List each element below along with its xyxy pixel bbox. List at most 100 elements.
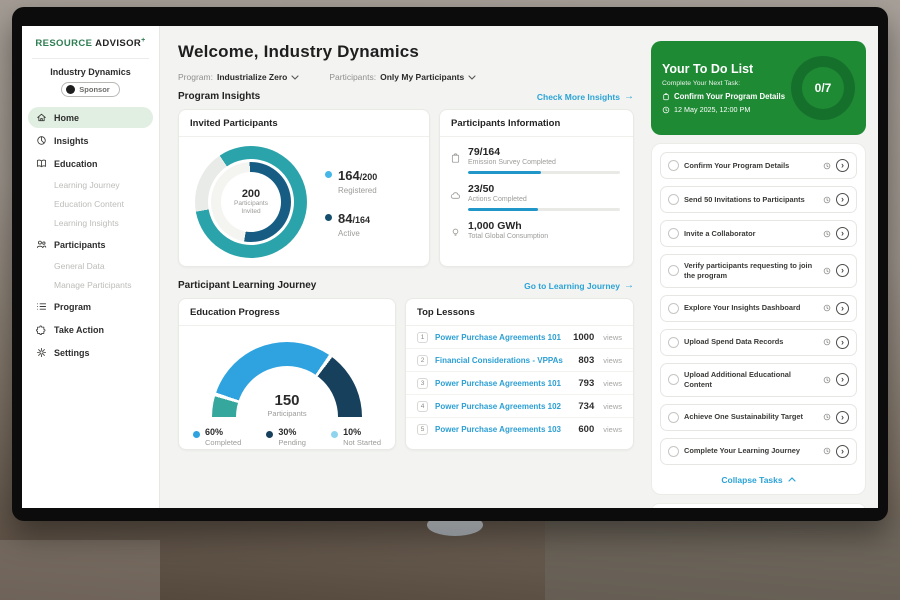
education-icon [36,158,47,169]
sidebar-item-manage-participants[interactable]: Manage Participants [28,276,153,294]
sidebar-item-education[interactable]: Education [28,153,153,174]
actions-icon [450,190,461,201]
task-item[interactable]: Complete Your Learning Journey [660,438,857,465]
arrow-right-icon [624,280,634,291]
todo-summary-card: Your To Do List Complete Your Next Task:… [651,41,866,135]
stat-emission-survey: 79/164 Emission Survey Completed [450,146,620,174]
legend-active: 84/164 Active [325,210,377,238]
todo-panel: Your To Do List Complete Your Next Task:… [646,26,878,508]
sidebar-item-education-content[interactable]: Education Content [28,195,153,213]
task-open-button[interactable] [836,264,849,277]
task-item[interactable]: Invite a Collaborator [660,220,857,247]
task-checkbox[interactable] [668,337,679,348]
participants-select[interactable]: Participants: Only My Participants [329,72,476,82]
sidebar-item-insights[interactable]: Insights [28,130,153,151]
task-checkbox[interactable] [668,160,679,171]
task-item[interactable]: Send 50 Invitations to Participants [660,186,857,213]
participants-icon [36,239,47,250]
legend-dot [325,214,332,221]
lesson-row[interactable]: 1 Power Purchase Agreements 101 1000 vie… [406,326,633,349]
task-open-button[interactable] [836,193,849,206]
dashboard-screen: RESOURCE ADVISOR+ Industry Dynamics Spon… [22,26,878,508]
clock-icon [823,447,831,455]
sidebar-item-take-action[interactable]: Take Action [28,319,153,340]
clock-icon [823,304,831,312]
sidebar-item-general-data[interactable]: General Data [28,257,153,275]
task-open-button[interactable] [836,373,849,386]
task-open-button[interactable] [836,336,849,349]
sidebar-item-learning-journey[interactable]: Learning Journey [28,176,153,194]
task-item[interactable]: Achieve One Sustainability Target [660,404,857,431]
task-checkbox[interactable] [668,194,679,205]
legend-not-started: 10%Not Started [331,427,381,447]
task-item[interactable]: Upload Additional Educational Content [660,363,857,397]
sponsor-badge[interactable]: Sponsor [61,82,119,97]
clock-icon [823,267,831,275]
task-checkbox[interactable] [668,265,679,276]
section-title-learning-journey: Participant Learning Journey [178,280,316,291]
task-open-button[interactable] [836,445,849,458]
task-checkbox[interactable] [668,412,679,423]
participants-information-card: Participants Information 79/164 Emission… [439,109,634,267]
lesson-row[interactable]: 3 Power Purchase Agreements 101 793 view… [406,372,633,395]
chevron-down-icon [291,75,299,80]
main-content: Welcome, Industry Dynamics Program: Indu… [160,26,646,508]
clock-icon [823,162,831,170]
legend-completed: 60%Completed [193,427,241,447]
task-open-button[interactable] [836,227,849,240]
sidebar-item-learning-insights[interactable]: Learning Insights [28,214,153,232]
sidebar-item-home[interactable]: Home [28,107,153,128]
chevron-down-icon [468,75,476,80]
collapse-tasks-link[interactable]: Collapse Tasks [660,472,857,492]
check-more-insights-link[interactable]: Check More Insights [537,91,634,102]
task-checkbox[interactable] [668,374,679,385]
clock-icon [823,196,831,204]
legend-dot [266,431,273,438]
clock-icon [823,376,831,384]
settings-icon [36,347,47,358]
lesson-row[interactable]: 4 Power Purchase Agreements 102 734 view… [406,395,633,418]
divider [32,58,149,59]
task-item[interactable]: Upload Spend Data Records [660,329,857,356]
background-floor [0,540,160,600]
program-icon [36,301,47,312]
clock-icon [823,338,831,346]
legend-dot [325,171,332,178]
monitor-bezel: RESOURCE ADVISOR+ Industry Dynamics Spon… [12,7,888,521]
task-checkbox[interactable] [668,446,679,457]
legend-registered: 164/200 Registered [325,167,377,195]
task-checkbox[interactable] [668,303,679,314]
sidebar-item-program[interactable]: Program [28,296,153,317]
insights-icon [36,135,47,146]
legend-dot [193,431,200,438]
chevron-up-icon [788,477,796,482]
clock-icon [823,230,831,238]
energy-icon [450,227,461,238]
top-lessons-card: Top Lessons 1 Power Purchase Agreements … [405,298,634,450]
program-select[interactable]: Program: Industrialize Zero [178,72,299,82]
task-checkbox[interactable] [668,228,679,239]
arrow-right-icon [624,91,634,102]
app-logo: RESOURCE ADVISOR+ [22,37,159,49]
progress-bar [468,208,620,211]
go-to-learning-journey-link[interactable]: Go to Learning Journey [524,280,634,291]
education-progress-card: Education Progress 150 Participants 60%C… [178,298,396,450]
progress-bar [468,171,620,174]
task-open-button[interactable] [836,159,849,172]
org-name: Industry Dynamics [22,67,159,77]
sidebar-item-settings[interactable]: Settings [28,342,153,363]
sidebar-item-participants[interactable]: Participants [28,234,153,255]
invited-participants-donut-chart: 200 Participants Invited [195,146,307,258]
todo-progress-ring: 0/7 [791,56,855,120]
task-item[interactable]: Verify participants requesting to join t… [660,254,857,288]
lesson-row[interactable]: 2 Financial Considerations - VPPAs 803 v… [406,349,633,372]
todo-task-list: Confirm Your Program Details Send 50 Inv… [651,143,866,495]
task-open-button[interactable] [836,411,849,424]
legend-dot [331,431,338,438]
task-item[interactable]: Confirm Your Program Details [660,152,857,179]
task-open-button[interactable] [836,302,849,315]
lesson-row[interactable]: 5 Power Purchase Agreements 103 600 view… [406,418,633,440]
clock-icon [823,413,831,421]
education-progress-gauge-chart: 150 Participants [212,342,362,418]
task-item[interactable]: Explore Your Insights Dashboard [660,295,857,322]
